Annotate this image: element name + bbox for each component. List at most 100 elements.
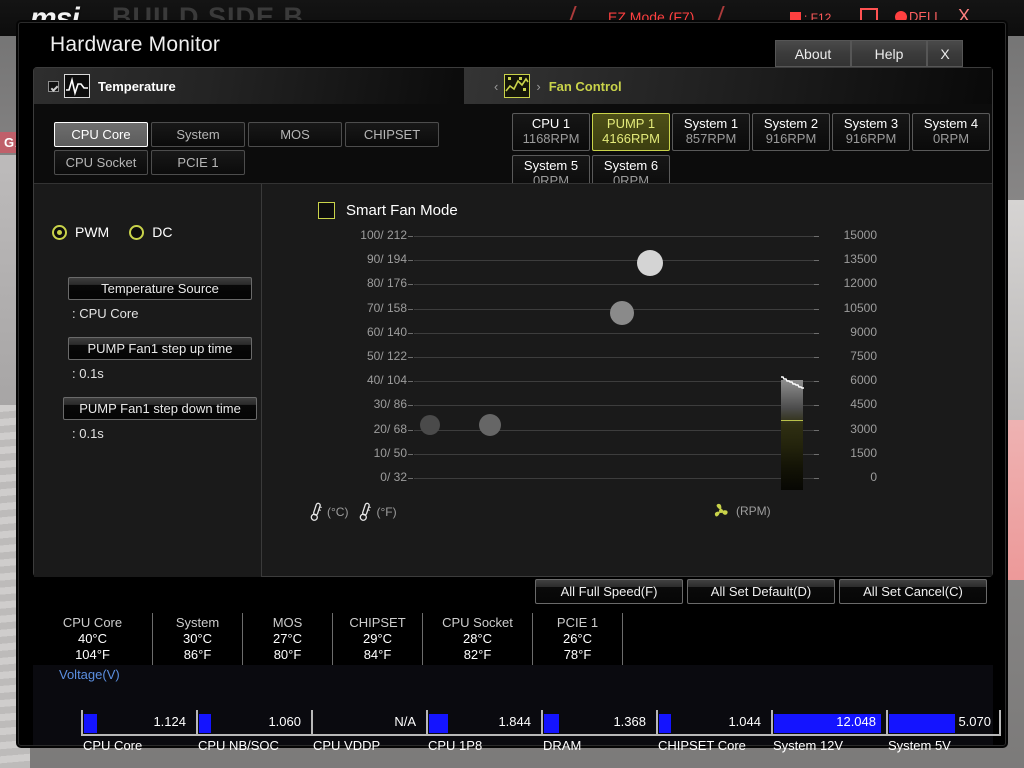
step-down-time-button[interactable]: PUMP Fan1 step down time (63, 397, 257, 420)
fan-tab-system-6[interactable]: System 6 0RPM (592, 155, 670, 183)
temperature-readout-fahrenheit: 86°F (183, 647, 212, 663)
voltage-value: 5.070 (958, 714, 991, 729)
chart-tick-right (814, 308, 819, 310)
voltage-value: 1.060 (268, 714, 301, 729)
voltage-section-title: Voltage(V) (59, 667, 120, 682)
chart-y-tick-label-right: 9000 (850, 324, 877, 339)
fan-tab-system-4[interactable]: System 4 0RPM (912, 113, 990, 151)
section-fan-control[interactable]: ‹ › Fan Control (494, 68, 622, 104)
fan-tab-name: CPU 1 (531, 116, 571, 132)
chart-gridline (414, 357, 814, 358)
voltage-section: Voltage(V) 1.124 CPU Core 1.060 CPU NB/SOC N… (33, 665, 1001, 753)
chart-y-tick-label-right: 0 (870, 470, 877, 484)
temperature-readout-fahrenheit: 104°F (75, 647, 110, 663)
chart-tick-right (814, 236, 819, 237)
settings-pane: PWM DC Temperature Source : CPU Core PUM… (34, 184, 262, 577)
temperature-readout: CPU Core 40°C 104°F (33, 613, 153, 665)
temperature-readout-celsius: 27°C (272, 630, 303, 646)
fan-tab-rpm: 857RPM (685, 131, 737, 146)
fan-tab-system-1[interactable]: System 1 857RPM (672, 113, 750, 151)
fan-graph-icon (504, 74, 531, 98)
help-button[interactable]: Help (851, 40, 927, 67)
fan-curve-point-2[interactable] (479, 413, 501, 436)
voltage-label: CPU VDDP (313, 738, 381, 753)
fan-tab-system-3[interactable]: System 3 916RPM (832, 113, 910, 151)
section-header: Temperature ‹ › Fan Control CPU Core Sys… (34, 68, 992, 183)
section-temperature[interactable]: Temperature (48, 68, 176, 104)
smart-fan-mode-row[interactable]: Smart Fan Mode (318, 202, 458, 219)
temp-tab-pcie-1[interactable]: PCIE 1 (151, 150, 245, 175)
window-titlebar: Hardware Monitor About Help X (19, 23, 1007, 67)
chart-tick-left (408, 284, 413, 286)
bottom-temperature-bar: CPU Core 40°C 104°F System 30°C 86°F MOS 27°C 80… (33, 613, 993, 665)
chart-y-tick-label-right: 3000 (850, 421, 877, 436)
temp-tab-cpu-core[interactable]: CPU Core (54, 122, 148, 147)
voltage-label: CPU Core (83, 738, 143, 753)
fan-tab-name: System 5 (523, 158, 579, 174)
chart-y-tick-label-right: 12000 (843, 276, 877, 291)
temp-tab-mos[interactable]: MOS (248, 122, 342, 147)
all-set-default-button[interactable]: All Set Default(D) (687, 579, 835, 604)
fan-curve-point-4[interactable] (637, 249, 663, 276)
chart-tick-right (814, 260, 819, 262)
temperature-source-button[interactable]: Temperature Source (68, 277, 252, 300)
temperature-readout-name: System (175, 614, 220, 630)
fan-curve-chart[interactable]: 100/ 212 90/ 194 80/ 176 70/ 158 60/ 140 50/ … (309, 228, 969, 492)
fan-tab-system-2[interactable]: System 2 916RPM (752, 113, 830, 151)
chart-gridline (414, 405, 814, 407)
chart-gridline (414, 478, 814, 479)
chart-y-tick-label-right: 13500 (843, 252, 877, 267)
fan-mode-radio-group: PWM DC (52, 224, 172, 240)
chart-y-tick-label-right: 1500 (850, 445, 877, 460)
chart-gridline (414, 332, 814, 334)
chart-gridline (414, 284, 814, 286)
smart-fan-mode-checkbox[interactable] (318, 202, 335, 219)
chart-tick-left (408, 429, 413, 431)
chart-gridline (414, 260, 814, 262)
fan-tab-rpm: 0RPM (612, 173, 650, 183)
section-temperature-label: Temperature (98, 78, 176, 94)
radio-pwm[interactable] (52, 224, 67, 240)
voltage-end-cap (999, 710, 1001, 734)
all-set-cancel-button[interactable]: All Set Cancel(C) (839, 579, 987, 604)
chart-y-tick-label-left: 10/ 50 (373, 445, 407, 460)
temp-tab-system[interactable]: System (151, 122, 245, 147)
legend-fahrenheit-label: (°F) (376, 505, 397, 519)
chart-tick-right (814, 284, 819, 286)
voltage-value: 1.844 (498, 714, 531, 729)
chart-y-tick-label-left: 30/ 86 (373, 397, 407, 412)
temperature-readout-fahrenheit: 84°F (363, 647, 392, 663)
fan-tab-rpm: 916RPM (845, 131, 897, 146)
fan-tab-rpm: 4166RPM (602, 131, 660, 146)
thermometer-icon-f (360, 502, 372, 521)
temp-tab-cpu-socket[interactable]: CPU Socket (54, 150, 148, 175)
chevron-left-icon[interactable]: ‹ (494, 79, 498, 94)
fan-tab-system-5[interactable]: System 5 0RPM (512, 155, 590, 183)
temperature-readout-celsius: 29°C (362, 630, 393, 646)
chart-tick-left (408, 381, 413, 383)
chart-tick-right (814, 381, 819, 383)
step-up-time-button[interactable]: PUMP Fan1 step up time (68, 337, 252, 360)
chevron-right-icon[interactable]: › (536, 79, 540, 94)
rpm-trace-line (781, 376, 804, 389)
all-full-speed-button[interactable]: All Full Speed(F) (535, 579, 683, 604)
temp-tab-chipset[interactable]: CHIPSET (345, 122, 439, 147)
fan-tab-cpu-1[interactable]: CPU 1 1168RPM (512, 113, 590, 151)
chart-tick-left (408, 236, 413, 237)
temperature-checkbox[interactable] (48, 80, 59, 92)
about-button[interactable]: About (775, 40, 851, 67)
background-right-blob (1008, 420, 1024, 580)
fan-tab-name: System 2 (763, 116, 819, 132)
chart-tick-right (814, 478, 819, 479)
temperature-readout-fahrenheit: 80°F (273, 647, 302, 663)
chart-tick-right (814, 429, 819, 431)
fan-tab-rpm: 0RPM (532, 173, 570, 183)
fan-tab-pump-1[interactable]: PUMP 1 4166RPM (592, 113, 670, 151)
close-button[interactable]: X (927, 40, 963, 67)
temperature-readout-celsius: 40°C (77, 630, 108, 646)
content-area: PWM DC Temperature Source : CPU Core PUM… (34, 183, 992, 577)
fan-curve-point-3[interactable] (610, 301, 634, 326)
fan-curve-point-1[interactable] (420, 414, 440, 435)
temperature-readout: MOS 27°C 80°F (243, 613, 333, 665)
radio-dc[interactable] (129, 224, 145, 240)
